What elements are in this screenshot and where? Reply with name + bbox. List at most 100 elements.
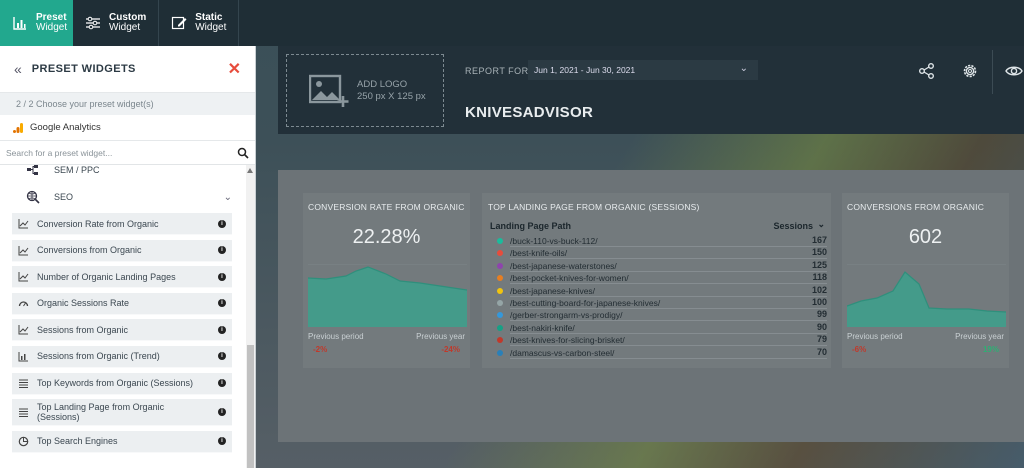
list-icon xyxy=(19,379,28,388)
search-icon[interactable] xyxy=(237,147,249,159)
widget-item[interactable]: Number of Organic Landing Pages i xyxy=(12,266,232,289)
google-analytics-icon xyxy=(13,122,23,133)
widget-value: 602 xyxy=(908,226,943,248)
category-sem-ppc[interactable]: SEM / PPC xyxy=(0,165,246,181)
image-add-icon xyxy=(309,74,349,107)
category-label: SEM / PPC xyxy=(54,165,100,175)
date-range-select[interactable]: Jun 1, 2021 - Jun 30, 2021 ⌄ xyxy=(528,60,758,80)
row-divider xyxy=(510,357,827,359)
double-chevron-left-icon[interactable]: « xyxy=(14,61,22,77)
widget-title: CONVERSIONS FROM ORGANIC xyxy=(847,202,985,212)
sessions-value: 167 xyxy=(811,235,827,245)
share-icon[interactable] xyxy=(918,62,936,80)
search-bar: Search for a preset widget... xyxy=(0,141,255,165)
widget-item[interactable]: Organic Sessions Rate i xyxy=(12,292,232,315)
table-row[interactable]: /best-cutting-board-for-japanese-knives/… xyxy=(497,297,827,309)
series-color-dot xyxy=(497,287,503,294)
previous-year-change: -24% xyxy=(441,345,460,354)
info-icon[interactable]: i xyxy=(218,379,226,388)
widget-item[interactable]: Conversions from Organic i xyxy=(12,239,232,262)
chevron-down-icon[interactable]: ⌄ xyxy=(224,192,232,203)
series-color-dot xyxy=(497,324,503,331)
widget-item-label: Conversion Rate from Organic xyxy=(37,218,159,229)
panel-title: PRESET WIDGETS xyxy=(31,63,136,75)
tab-static-widget[interactable]: Static Widget xyxy=(159,0,238,46)
widget-item[interactable]: Top Keywords from Organic (Sessions) i xyxy=(12,372,232,395)
line-chart-icon xyxy=(18,219,29,229)
landing-page-path: /buck-110-vs-buck-112/ xyxy=(510,236,598,246)
info-icon[interactable]: i xyxy=(218,408,226,417)
info-icon[interactable]: i xyxy=(218,219,226,228)
widget-title: TOP LANDING PAGE FROM ORGANIC (SESSIONS) xyxy=(488,202,700,212)
add-logo-area[interactable]: ADD LOGO 250 px X 125 px xyxy=(286,54,444,127)
table-row[interactable]: /best-nakiri-knife/90 xyxy=(497,322,827,334)
widget-list: SEM / PPC SEO ⌄ Conversion Rate from Org… xyxy=(0,165,246,468)
info-icon[interactable]: i xyxy=(218,272,226,281)
widget-item-label: Sessions from Organic xyxy=(37,324,129,335)
category-seo[interactable]: SEO ⌄ xyxy=(0,181,246,213)
list-icon xyxy=(19,408,28,417)
widget-item[interactable]: Conversion Rate from Organic i xyxy=(12,213,232,235)
table-row[interactable]: /best-pocket-knives-for-women/118 xyxy=(497,272,827,285)
info-icon[interactable]: i xyxy=(218,246,226,255)
previous-period-change: -6% xyxy=(852,345,867,354)
report-header: ADD LOGO 250 px X 125 px REPORT FOR Jun 1… xyxy=(278,46,1024,134)
gauge-icon xyxy=(18,301,29,307)
series-color-dot xyxy=(497,312,503,319)
widget-item-label: Top Landing Page from Organic (Sessions) xyxy=(37,402,165,423)
widget-item[interactable]: Sessions from Organic i xyxy=(12,319,232,342)
data-source-label: Google Analytics xyxy=(30,122,101,133)
landing-page-path: /gerber-strongarm-vs-prodigy/ xyxy=(510,310,623,321)
date-range-value: Jun 1, 2021 - Jun 30, 2021 xyxy=(534,65,636,75)
step-indicator: 2 / 2 Choose your preset widget(s) xyxy=(0,93,255,115)
series-color-dot xyxy=(497,238,503,244)
scrollbar-thumb[interactable] xyxy=(247,345,254,468)
table-row[interactable]: /gerber-strongarm-vs-prodigy/99 xyxy=(497,309,827,322)
landing-page-path: /best-knife-oils/ xyxy=(510,248,568,259)
widget-top-landing-pages[interactable]: TOP LANDING PAGE FROM ORGANIC (SESSIONS)… xyxy=(482,193,831,368)
gear-icon[interactable] xyxy=(961,62,979,80)
search-input[interactable]: Search for a preset widget... xyxy=(6,148,237,158)
data-source[interactable]: Google Analytics xyxy=(0,115,255,141)
series-color-dot xyxy=(497,250,503,257)
table-row[interactable]: /buck-110-vs-buck-112/167 xyxy=(497,235,827,247)
info-icon[interactable]: i xyxy=(218,437,226,446)
info-icon[interactable]: i xyxy=(218,325,226,334)
widget-conversions[interactable]: CONVERSIONS FROM ORGANIC 602 Previous pe… xyxy=(842,193,1009,368)
table-row[interactable]: /damascus-vs-carbon-steel/70 xyxy=(497,347,827,359)
series-color-dot xyxy=(497,349,503,356)
sessions-value: 150 xyxy=(811,247,827,258)
sessions-value: 118 xyxy=(812,272,827,283)
table-row[interactable]: /best-knives-for-slicing-brisket/79 xyxy=(497,334,827,347)
previous-year-label: Previous year xyxy=(416,332,465,341)
landing-page-path: /best-japanese-knives/ xyxy=(510,285,596,296)
globe-search-icon xyxy=(26,190,40,204)
line-chart-icon xyxy=(18,325,29,335)
table-row[interactable]: /best-japanese-waterstones/125 xyxy=(497,260,827,272)
column-header-sessions[interactable]: Sessions xyxy=(773,221,813,231)
widget-item[interactable]: Sessions from Organic (Trend) i xyxy=(12,345,232,368)
widget-item[interactable]: Top Landing Page from Organic (Sessions)… xyxy=(12,399,232,427)
scroll-up-arrow[interactable] xyxy=(247,168,253,173)
info-icon[interactable]: i xyxy=(218,299,226,308)
sessions-value: 125 xyxy=(811,259,827,270)
series-color-dot xyxy=(497,275,503,282)
widget-conversion-rate[interactable]: CONVERSION RATE FROM ORGANIC 22.28% Prev… xyxy=(303,193,470,368)
scrollbar[interactable] xyxy=(246,165,255,468)
tab-preset-widget[interactable]: Preset Widget xyxy=(0,0,73,46)
tab-custom-widget[interactable]: Custom Widget xyxy=(73,0,158,46)
info-icon[interactable]: i xyxy=(218,352,226,361)
bar-chart-icon xyxy=(13,17,26,30)
preset-widgets-panel: « PRESET WIDGETS ✕ 2 / 2 Choose your pre… xyxy=(0,46,256,468)
pie-icon xyxy=(18,436,29,447)
close-icon[interactable]: ✕ xyxy=(228,59,241,79)
column-header-path[interactable]: Landing Page Path xyxy=(490,221,571,231)
sessions-value: 70 xyxy=(816,346,827,357)
widget-item[interactable]: Top Search Engines i xyxy=(12,430,232,453)
tab-sublabel: Widget xyxy=(195,22,227,33)
table-row[interactable]: /best-japanese-knives/102 xyxy=(497,285,827,297)
eye-icon[interactable] xyxy=(1005,62,1023,80)
previous-period-label: Previous period xyxy=(847,332,903,341)
table-row[interactable]: /best-knife-oils/150 xyxy=(497,247,827,260)
chevron-down-icon[interactable]: ⌄ xyxy=(817,219,825,230)
